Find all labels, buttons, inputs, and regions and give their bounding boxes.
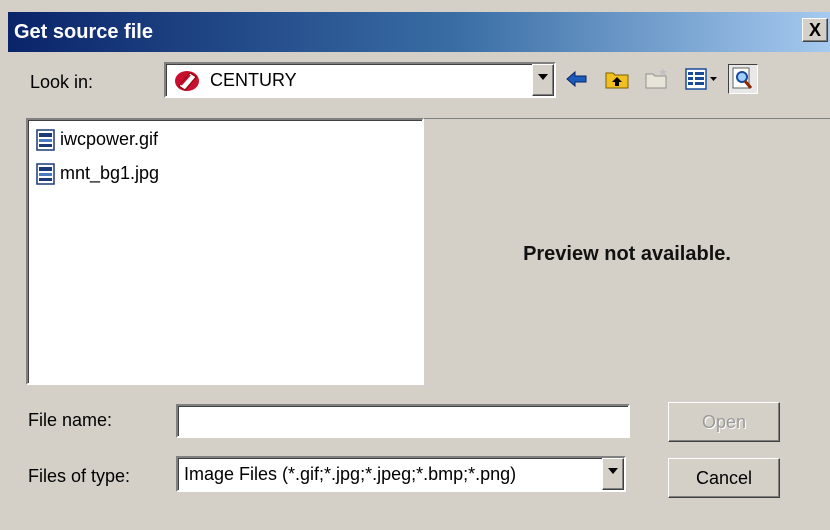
title-bar[interactable]: Get source file X (8, 12, 830, 52)
back-button[interactable] (564, 66, 590, 92)
look-in-dropdown-button[interactable] (532, 64, 554, 96)
preview-message: Preview not available. (523, 243, 731, 265)
preview-toggle-button[interactable] (728, 64, 758, 94)
file-name-label: iwcpower.gif (60, 129, 159, 149)
drive-icon (175, 71, 199, 91)
files-of-type-value: Image Files (*.gif;*.jpg;*.jpeg;*.bmp;*.… (184, 464, 517, 484)
look-in-dropdown[interactable]: CENTURY (164, 62, 556, 98)
preview-pane: Preview not available. (424, 118, 830, 385)
view-menu-button[interactable] (684, 66, 720, 92)
files-of-type-label: Files of type: (28, 466, 131, 486)
view-menu-icon (685, 68, 717, 90)
back-arrow-icon (566, 70, 587, 88)
get-source-file-dialog: Get source file X Look in: CENTURY iwcpo… (0, 0, 830, 530)
files-of-type-dropdown[interactable]: Image Files (*.gif;*.jpg;*.jpeg;*.bmp;*.… (176, 456, 626, 492)
look-in-value: CENTURY (210, 70, 297, 90)
cancel-button[interactable]: Cancel (668, 458, 780, 498)
open-button[interactable]: Open (668, 402, 780, 442)
file-list[interactable]: iwcpower.gif mnt_bg1.jpg (26, 118, 424, 385)
file-name-input[interactable] (176, 404, 630, 438)
close-icon: X (808, 20, 821, 40)
file-name-label: mnt_bg1.jpg (60, 163, 160, 183)
up-one-level-button[interactable] (604, 66, 630, 92)
close-button[interactable]: X (802, 18, 828, 42)
look-in-label: Look in: (30, 72, 94, 92)
preview-icon (732, 67, 753, 89)
image-file-icon (36, 129, 55, 151)
files-of-type-dropdown-button[interactable] (602, 458, 624, 490)
file-name-field-label: File name: (28, 410, 113, 430)
new-folder-icon (645, 68, 667, 89)
image-file-icon (36, 163, 55, 185)
dialog-title: Get source file (14, 21, 153, 43)
new-folder-button[interactable] (644, 66, 670, 92)
up-folder-icon (605, 72, 629, 89)
